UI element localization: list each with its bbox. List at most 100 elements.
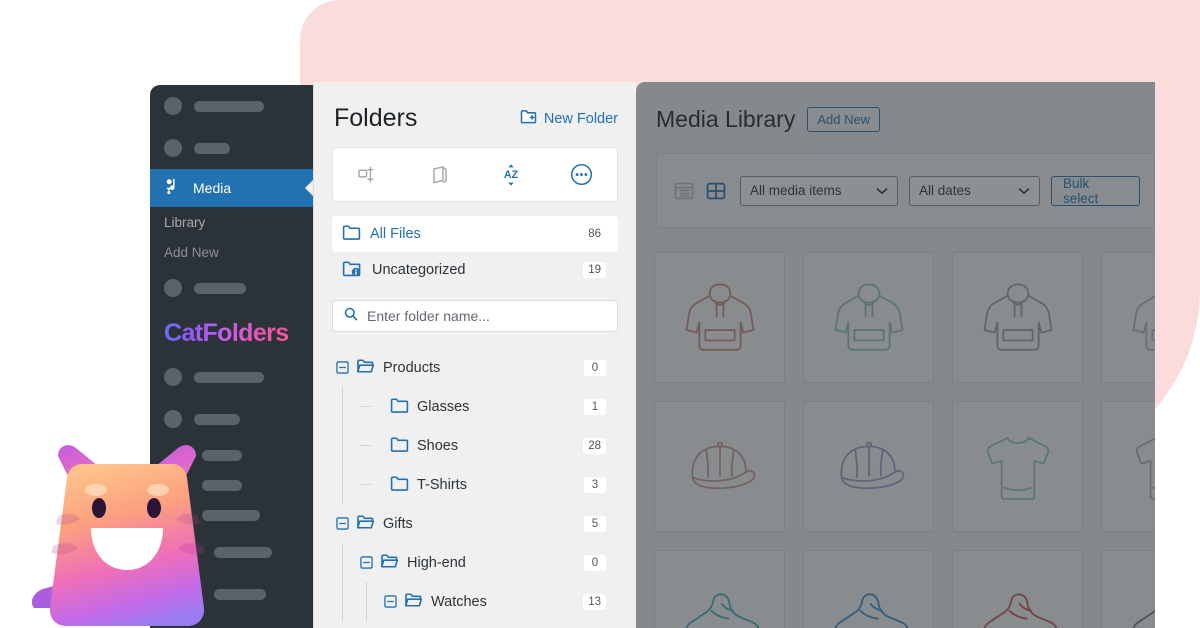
media-grid-item[interactable] (1101, 550, 1155, 628)
sidebar-placeholder-item[interactable] (150, 127, 313, 169)
sidebar-subitem-library[interactable]: Library (150, 207, 313, 237)
media-grid (654, 252, 1155, 628)
sidebar-placeholder-item[interactable] (150, 267, 313, 309)
media-library-panel: Media Library Add New All media items Al… (636, 82, 1155, 628)
folder-open-icon (356, 358, 375, 378)
folder-count: 0 (584, 554, 606, 571)
media-type-select[interactable]: All media items (740, 175, 898, 206)
tree-guide-line (342, 582, 343, 621)
folder-icon (390, 397, 409, 417)
placeholder-label (194, 371, 264, 383)
media-grid-item[interactable] (952, 401, 1083, 532)
cat-cheek-right (147, 484, 169, 496)
tree-connector-line (360, 406, 371, 407)
tree-connector-line (360, 445, 371, 446)
folder-label: T-Shirts (417, 476, 467, 493)
folder-count: 1 (584, 398, 606, 415)
new-folder-icon (520, 109, 537, 128)
screenshot-root: Media Library Add New CatFolders Folders… (0, 0, 1200, 628)
folder-label: Watches (431, 593, 487, 610)
list-view-icon[interactable] (671, 178, 697, 204)
date-select[interactable]: All dates (909, 175, 1040, 206)
folder-label: Uncategorized (372, 262, 466, 278)
chevron-down-icon (1018, 183, 1030, 198)
copy-folder-icon[interactable] (420, 158, 460, 192)
folder-count: 13 (583, 593, 606, 610)
collapse-toggle-icon[interactable] (384, 595, 397, 608)
media-icon (164, 177, 183, 199)
media-thumbnail-sneaker (975, 573, 1061, 628)
tree-guide-line (342, 387, 343, 426)
folder-tree-row[interactable]: Products 0 (314, 348, 636, 387)
folder-count: 5 (584, 515, 606, 532)
folder-search-input[interactable] (367, 308, 606, 324)
media-thumbnail-hoodie (826, 275, 912, 361)
media-grid-item[interactable] (803, 401, 934, 532)
sidebar-placeholder-item[interactable] (150, 356, 313, 398)
folders-panel: Folders New Folder AZ All Files 86 Uncat… (313, 82, 636, 628)
media-library-header: Media Library Add New (636, 82, 1155, 133)
sidebar-item-media[interactable]: Media (150, 169, 313, 207)
media-grid-item[interactable] (654, 252, 785, 383)
new-folder-button[interactable]: New Folder (520, 109, 618, 128)
collapse-toggle-icon[interactable] (336, 361, 349, 374)
folder-tree-row[interactable]: Shoes 28 (314, 426, 636, 465)
folder-open-icon (404, 592, 423, 612)
folder-item-all-files[interactable]: All Files 86 (332, 216, 618, 252)
placeholder-icon (164, 139, 182, 157)
tree-guide-line (366, 582, 367, 621)
media-grid-item[interactable] (1101, 252, 1155, 383)
folder-tree-row[interactable]: High-end 0 (314, 543, 636, 582)
folder-search-box[interactable] (332, 300, 618, 332)
folder-tree-row[interactable]: Gifts 5 (314, 504, 636, 543)
placeholder-label (194, 100, 264, 112)
tree-guide-line (342, 543, 343, 582)
sidebar-placeholder-item[interactable] (150, 85, 313, 127)
folders-toolbar: AZ (332, 147, 618, 202)
media-grid-item[interactable] (803, 550, 934, 628)
cat-eye-left (92, 498, 106, 518)
placeholder-icon (164, 97, 182, 115)
folder-count: 28 (583, 437, 606, 454)
collapse-toggle-icon[interactable] (360, 556, 373, 569)
media-grid-item[interactable] (654, 401, 785, 532)
sidebar-subitem-add-new[interactable]: Add New (150, 237, 313, 267)
more-options-icon[interactable] (562, 158, 602, 192)
collapse-toggle-icon[interactable] (336, 517, 349, 530)
grid-view-icon[interactable] (703, 178, 729, 204)
view-mode-toggle (671, 178, 729, 204)
media-grid-item[interactable] (1101, 401, 1155, 532)
media-thumbnail-sneaker (826, 573, 912, 628)
sort-az-icon[interactable]: AZ (491, 158, 531, 192)
folder-label: Glasses (417, 398, 470, 415)
folder-tree-row[interactable]: Glasses 1 (314, 387, 636, 426)
folder-open-icon (380, 553, 399, 573)
folder-tree-row[interactable]: T-Shirts 3 (314, 465, 636, 504)
folder-label: High-end (407, 554, 466, 571)
folder-label: Shoes (417, 437, 459, 454)
tree-guide-line (342, 465, 343, 504)
media-grid-item[interactable] (952, 550, 1083, 628)
folder-label: Products (383, 359, 441, 376)
placeholder-label (194, 142, 230, 154)
sidebar-item-label: Media (193, 180, 232, 196)
search-icon (344, 307, 358, 326)
add-new-button[interactable]: Add New (807, 107, 881, 132)
media-thumbnail-sneaker (677, 573, 763, 628)
media-thumbnail-cap (826, 424, 912, 510)
date-value: All dates (919, 183, 971, 198)
folder-tree: Products 0 Glasses 1 Shoes 28 T-Shirts 3 Gifts 5 H… (314, 348, 636, 621)
move-folder-icon[interactable] (349, 158, 389, 192)
media-type-value: All media items (750, 183, 842, 198)
folder-item-uncategorized[interactable]: Uncategorized 19 (332, 252, 618, 288)
media-grid-item[interactable] (803, 252, 934, 383)
media-grid-item[interactable] (952, 252, 1083, 383)
media-thumbnail-tshirt (975, 424, 1061, 510)
folder-tree-row[interactable]: Watches 13 (314, 582, 636, 621)
media-thumbnail-sneaker (1124, 573, 1155, 628)
folder-label: Gifts (383, 515, 413, 532)
cat-cheek-left (85, 484, 107, 496)
bulk-select-button[interactable]: Bulk select (1051, 175, 1140, 206)
media-grid-item[interactable] (654, 550, 785, 628)
folder-icon (390, 436, 409, 456)
